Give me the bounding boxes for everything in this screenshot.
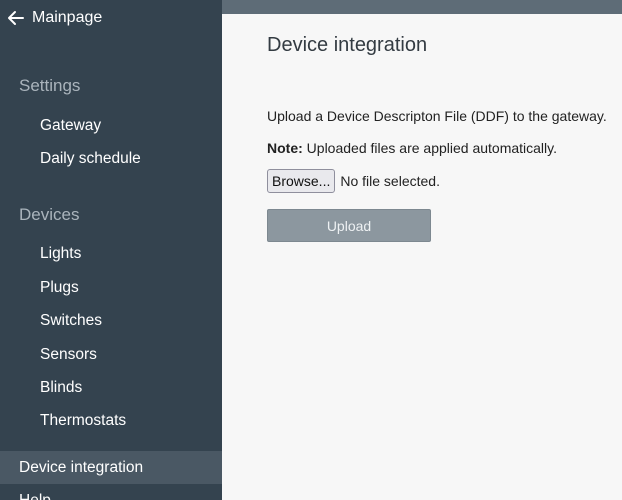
upload-note: Note: Uploaded files are applied automat… xyxy=(267,140,557,156)
sidebar-item-help[interactable]: Help xyxy=(0,486,222,500)
upload-button[interactable]: Upload xyxy=(267,209,431,242)
sidebar-item-sensors[interactable]: Sensors xyxy=(0,340,222,370)
sidebar-item-gateway[interactable]: Gateway xyxy=(0,111,222,141)
browse-button[interactable]: Browse... xyxy=(267,169,336,193)
settings-section-title: Settings xyxy=(19,76,81,95)
main-content: Device integration Upload a Device Descr… xyxy=(222,14,622,500)
sidebar-item-thermostats[interactable]: Thermostats xyxy=(0,406,222,436)
note-text: Uploaded files are applied automatically… xyxy=(302,140,558,156)
arrow-left-icon xyxy=(6,8,26,28)
sidebar-item-daily-schedule[interactable]: Daily schedule xyxy=(0,144,222,174)
devices-section-title: Devices xyxy=(19,205,80,224)
top-bar xyxy=(222,0,622,14)
page-title: Device integration xyxy=(267,34,428,56)
file-status: No file selected. xyxy=(340,173,440,189)
sidebar-item-switches[interactable]: Switches xyxy=(0,306,222,336)
sidebar: Mainpage Settings Gateway Daily schedule… xyxy=(0,0,222,500)
note-label: Note: xyxy=(267,140,303,156)
sidebar-item-plugs[interactable]: Plugs xyxy=(0,273,222,303)
sidebar-item-blinds[interactable]: Blinds xyxy=(0,373,222,403)
upload-description: Upload a Device Descripton File (DDF) to… xyxy=(267,108,607,124)
mainpage-label: Mainpage xyxy=(32,9,103,26)
sidebar-item-lights[interactable]: Lights xyxy=(0,239,222,269)
file-input: Browse... No file selected. xyxy=(267,169,440,193)
mainpage-link[interactable]: Mainpage xyxy=(6,6,102,30)
sidebar-item-device-integration[interactable]: Device integration xyxy=(0,451,222,484)
